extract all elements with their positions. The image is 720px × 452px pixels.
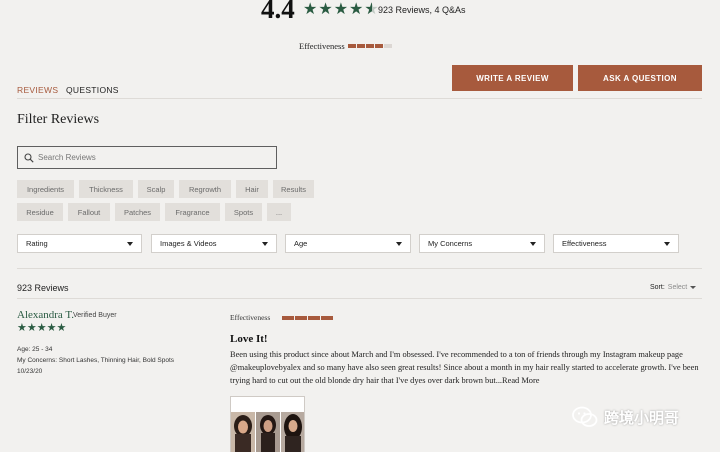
dropdown-label: My Concerns xyxy=(428,239,473,248)
caret-down-icon xyxy=(690,286,697,289)
filter-title: Filter Reviews xyxy=(17,112,100,127)
wechat-icon xyxy=(572,406,598,427)
chip-residue[interactable]: Residue xyxy=(17,203,63,221)
star-icon: ★ xyxy=(349,1,364,18)
verified-badge: Verified Buyer xyxy=(73,312,117,319)
chip-scalp[interactable]: Scalp xyxy=(138,180,174,198)
chip-ingredients[interactable]: Ingredients xyxy=(17,180,74,198)
reviewer-name: Alexandra T. xyxy=(17,309,75,321)
search-icon xyxy=(24,152,34,163)
review-photo xyxy=(281,412,304,452)
dropdown-label: Images & Videos xyxy=(160,239,217,248)
sort-select[interactable]: Sort: Select xyxy=(650,284,697,291)
search-input[interactable]: Search Reviews xyxy=(17,146,277,169)
caret-down-icon xyxy=(262,241,268,246)
write-review-button[interactable]: WRITE A REVIEW xyxy=(452,65,573,91)
effectiveness-dropdown[interactable]: Effectiveness xyxy=(553,234,679,253)
star-icon: ★ xyxy=(17,322,27,334)
review-stars: ★ ★ ★ ★ ★ xyxy=(17,323,66,334)
chip-spots[interactable]: Spots xyxy=(225,203,262,221)
star-icon: ★ xyxy=(36,322,47,334)
review-effectiveness-meter xyxy=(282,316,333,320)
tab-reviews[interactable]: REVIEWS xyxy=(17,85,58,95)
tab-questions[interactable]: QUESTIONS xyxy=(66,85,119,95)
review-qa-count[interactable]: 923 Reviews, 4 Q&As xyxy=(378,5,466,15)
effectiveness-meter xyxy=(348,44,392,48)
caret-down-icon xyxy=(664,241,670,246)
search-placeholder: Search Reviews xyxy=(38,153,96,162)
review-photo xyxy=(231,412,255,452)
chip-thickness[interactable]: Thickness xyxy=(79,180,133,198)
review-body: Been using this product since about Marc… xyxy=(230,348,706,387)
star-icon: ★ xyxy=(56,322,67,334)
dropdown-label: Rating xyxy=(26,239,48,248)
star-icon: ★ xyxy=(46,322,57,334)
chip-more[interactable]: ... xyxy=(267,203,291,221)
review-photo xyxy=(256,412,280,452)
reviewer-age: Age: 25 - 34 xyxy=(17,346,53,353)
divider xyxy=(17,268,702,269)
sort-label: Sort: xyxy=(650,284,665,291)
star-icon: ★ xyxy=(333,1,349,18)
chip-regrowth[interactable]: Regrowth xyxy=(179,180,231,198)
review-text: Been using this product since about Marc… xyxy=(230,350,699,385)
age-dropdown[interactable]: Age xyxy=(285,234,411,253)
caret-down-icon xyxy=(127,241,133,246)
review-effectiveness-label: Effectiveness xyxy=(230,313,271,322)
review-title: Love It! xyxy=(230,333,268,345)
ask-question-button[interactable]: ASK A QUESTION xyxy=(578,65,702,91)
sort-value: Select xyxy=(667,284,688,291)
chip-fragrance[interactable]: Fragrance xyxy=(165,203,220,221)
watermark-text: 跨境小明哥 xyxy=(604,408,680,427)
effectiveness-label: Effectiveness xyxy=(299,41,345,51)
caret-down-icon xyxy=(396,241,402,246)
reviews-count: 923 Reviews xyxy=(17,283,69,293)
review-date: 10/23/20 xyxy=(17,368,43,375)
star-icon: ★ xyxy=(26,322,37,334)
chip-patches[interactable]: Patches xyxy=(115,203,160,221)
half-star-icon: ★ xyxy=(364,2,378,19)
chip-fallout[interactable]: Fallout xyxy=(68,203,110,221)
chip-results[interactable]: Results xyxy=(273,180,314,198)
dropdown-label: Age xyxy=(294,239,308,248)
average-stars: ★ ★ ★ ★ ★ xyxy=(303,1,379,19)
divider xyxy=(17,298,702,299)
read-more-link[interactable]: Read More xyxy=(502,376,539,385)
chip-hair[interactable]: Hair xyxy=(236,180,268,198)
images-videos-dropdown[interactable]: Images & Videos xyxy=(151,234,277,253)
star-icon: ★ xyxy=(303,1,318,18)
review-photo-thumbnail[interactable] xyxy=(230,396,305,452)
average-rating: 4.4 xyxy=(261,0,295,24)
watermark: 跨境小明哥 xyxy=(572,406,679,428)
star-icon: ★ xyxy=(318,1,333,18)
caret-down-icon xyxy=(530,241,536,246)
my-concerns-dropdown[interactable]: My Concerns xyxy=(419,234,545,253)
reviewer-concerns: My Concerns: Short Lashes, Thinning Hair… xyxy=(17,357,175,364)
dropdown-label: Effectiveness xyxy=(562,239,607,248)
tabs-divider xyxy=(17,98,702,99)
rating-dropdown[interactable]: Rating xyxy=(17,234,142,253)
